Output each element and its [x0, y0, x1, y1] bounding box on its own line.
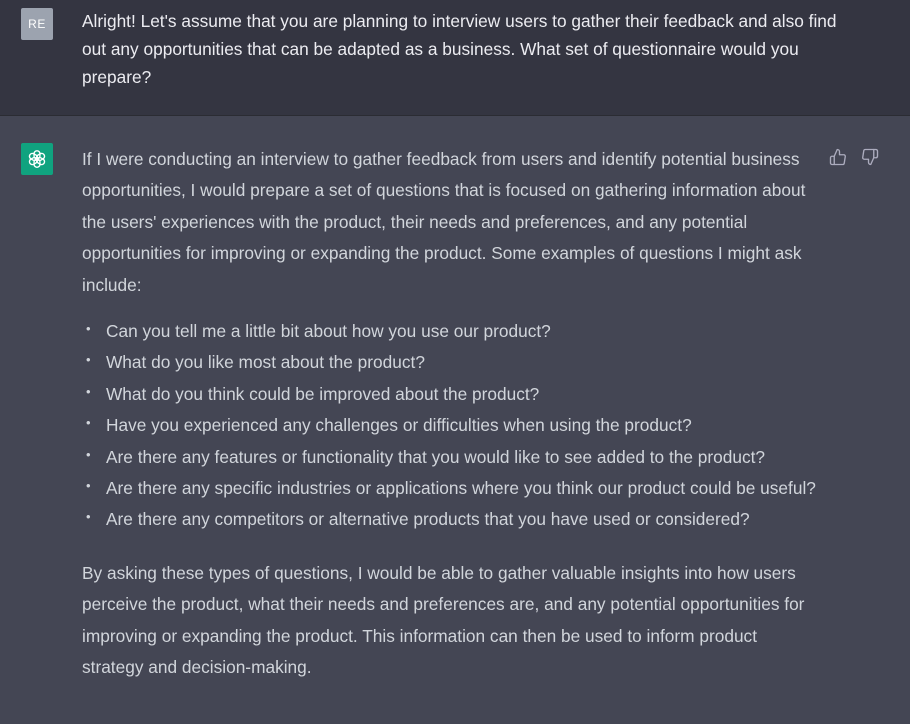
user-message: RE Alright! Let's assume that you are pl… [0, 0, 910, 116]
list-item: What do you think could be improved abou… [82, 376, 822, 410]
question-list: Can you tell me a little bit about how y… [82, 313, 822, 536]
list-item: Are there any competitors or alternative… [82, 501, 822, 535]
list-item: Are there any features or functionality … [82, 439, 822, 473]
thumbs-up-button[interactable] [828, 147, 848, 167]
assistant-avatar [21, 143, 53, 175]
thumbs-down-icon [862, 148, 879, 166]
assistant-intro-paragraph: If I were conducting an interview to gat… [82, 149, 806, 295]
list-item: Are there any specific industries or app… [82, 470, 822, 504]
list-item: Can you tell me a little bit about how y… [82, 313, 822, 347]
thumbs-up-icon [829, 148, 846, 166]
list-item: What do you like most about the product? [82, 344, 822, 378]
assistant-conclusion-paragraph: By asking these types of questions, I wo… [82, 562, 805, 678]
assistant-message-content: If I were conducting an interview to gat… [82, 144, 822, 684]
feedback-buttons [828, 147, 880, 167]
thumbs-down-button[interactable] [860, 147, 880, 167]
assistant-message: If I were conducting an interview to gat… [0, 116, 910, 724]
user-avatar: RE [21, 8, 53, 40]
user-message-text: Alright! Let's assume that you are plann… [82, 11, 837, 87]
list-item: Have you experienced any challenges or d… [82, 407, 822, 441]
openai-logo-icon [28, 150, 46, 168]
user-avatar-initials: RE [28, 17, 46, 31]
